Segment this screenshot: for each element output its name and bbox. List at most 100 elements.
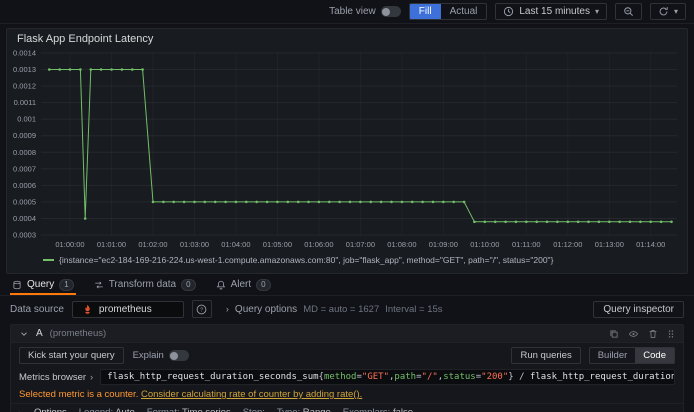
data-point <box>328 200 331 204</box>
data-point <box>504 220 507 224</box>
tab-transform-data[interactable]: Transform data 0 <box>92 276 198 295</box>
query-token: flask_http_request_duration_seconds_coun… <box>529 372 674 382</box>
data-point <box>317 200 321 204</box>
run-queries-button[interactable]: Run queries <box>511 347 581 364</box>
data-point <box>203 200 207 204</box>
query-row-actions <box>609 329 675 339</box>
tab-query[interactable]: Query 1 <box>10 276 76 295</box>
data-point <box>348 200 352 204</box>
x-tick-label: 01:14:00 <box>636 240 665 249</box>
x-tick-label: 01:02:00 <box>138 240 167 249</box>
query-token: status <box>443 372 476 382</box>
data-point <box>369 200 373 204</box>
data-point <box>141 68 144 71</box>
table-view-label: Table view <box>329 6 376 17</box>
data-point <box>535 220 538 224</box>
query-code[interactable]: flask_http_request_duration_seconds_sum{… <box>100 369 675 385</box>
zoom-out-button[interactable] <box>614 3 642 20</box>
query-row-header[interactable]: A (prometheus) <box>11 325 683 343</box>
option-pair: Step: <box>243 407 265 412</box>
actual-button[interactable]: Actual <box>441 4 487 19</box>
query-token: "/" <box>421 372 438 382</box>
metrics-browser-toggle[interactable]: Metrics browser › <box>19 372 93 383</box>
chevron-right-icon: › <box>90 371 94 383</box>
data-point <box>245 200 248 204</box>
data-point <box>234 200 238 204</box>
kick-start-query-button[interactable]: Kick start your query <box>19 347 124 364</box>
time-range-picker[interactable]: Last 15 minutes ▾ <box>495 3 607 20</box>
y-tick-label: 0.0006 <box>13 181 36 190</box>
data-point <box>359 200 362 204</box>
prometheus-icon <box>82 304 93 315</box>
database-icon <box>12 280 22 290</box>
query-warning: Selected metric is a counter. Consider c… <box>11 387 683 403</box>
data-point <box>659 220 663 224</box>
table-view-toggle[interactable] <box>380 6 401 17</box>
query-options-toggle[interactable]: › Query options MD = auto = 1627 Interva… <box>226 304 443 315</box>
tab-alert[interactable]: Alert 0 <box>214 276 273 295</box>
data-point <box>286 200 290 204</box>
tab-label: Transform data <box>108 279 177 290</box>
data-point <box>265 200 269 204</box>
data-point <box>172 200 175 204</box>
x-tick-label: 01:03:00 <box>180 240 209 249</box>
y-tick-label: 0.0005 <box>13 197 36 206</box>
data-point <box>587 220 590 224</box>
grafana-panel-editor: Table view Fill Actual Last 15 minutes ▾… <box>0 0 694 412</box>
query-token: flask_http_request_duration_seconds_sum <box>107 372 319 382</box>
explain-label: Explain <box>132 350 164 361</box>
query-options-pairs: Legend: Auto Format: Time series Step: Typ… <box>79 407 413 412</box>
data-point <box>276 200 279 204</box>
data-point <box>483 220 487 224</box>
chevron-right-icon[interactable]: › <box>19 408 22 412</box>
tab-label: Query <box>27 279 55 290</box>
table-view-control: Table view <box>329 6 401 17</box>
x-tick-label: 01:08:00 <box>387 240 416 249</box>
duplicate-icon[interactable] <box>609 329 619 339</box>
x-tick-label: 01:12:00 <box>553 240 582 249</box>
question-circle-icon: ? <box>196 304 207 315</box>
chevron-down-icon[interactable] <box>19 329 29 339</box>
option-pair: Legend: Auto <box>79 407 135 412</box>
series-legend-label: {instance="ec2-184-169-216-224.us-west-1… <box>59 255 554 265</box>
tab-label: Alert <box>230 279 252 290</box>
chevron-right-icon: › <box>225 304 229 314</box>
y-tick-label: 0.0004 <box>13 214 36 223</box>
options-label: Options <box>34 407 67 412</box>
data-point <box>255 200 258 204</box>
refresh-button[interactable]: ▾ <box>649 3 686 20</box>
builder-mode-button[interactable]: Builder <box>590 348 636 363</box>
bell-icon <box>216 280 226 290</box>
pane-size-radio-group: Fill Actual <box>408 3 488 20</box>
tab-badge: 0 <box>181 278 196 291</box>
datasource-help-button[interactable]: ? <box>191 300 212 318</box>
y-tick-label: 0.0014 <box>13 49 36 58</box>
query-options-footer: › Options Legend: Auto Format: Time serie… <box>11 403 683 412</box>
code-mode-button[interactable]: Code <box>635 348 674 363</box>
query-ref-id: A <box>36 328 43 339</box>
data-point <box>452 200 456 204</box>
option-pair: Exemplars: false <box>343 407 413 412</box>
data-point <box>462 200 466 204</box>
data-point <box>48 68 51 71</box>
data-point <box>58 68 61 71</box>
data-point <box>628 220 632 224</box>
x-tick-label: 01:01:00 <box>97 240 126 249</box>
data-point <box>162 200 165 204</box>
query-token: path <box>394 372 417 382</box>
eye-icon[interactable] <box>628 329 639 339</box>
data-point <box>89 68 93 71</box>
tab-badge: 1 <box>59 278 74 291</box>
data-point <box>224 200 227 204</box>
explain-toggle[interactable] <box>168 350 189 361</box>
trash-icon[interactable] <box>648 329 658 339</box>
datasource-picker[interactable]: prometheus <box>71 300 184 318</box>
data-point <box>608 220 611 224</box>
query-inspector-button[interactable]: Query inspector <box>593 300 684 318</box>
legend-item[interactable]: {instance="ec2-184-169-216-224.us-west-1… <box>7 255 687 268</box>
latency-chart[interactable]: 0.0014 0.0013 0.0012 0.0011 0.001 0.0009 0.000… <box>7 47 687 255</box>
fill-button[interactable]: Fill <box>409 4 441 19</box>
y-tick-label: 0.0011 <box>14 98 36 107</box>
drag-handle-icon[interactable] <box>667 329 675 339</box>
warning-hint-link[interactable]: Consider calculating rate of counter by … <box>141 389 362 400</box>
